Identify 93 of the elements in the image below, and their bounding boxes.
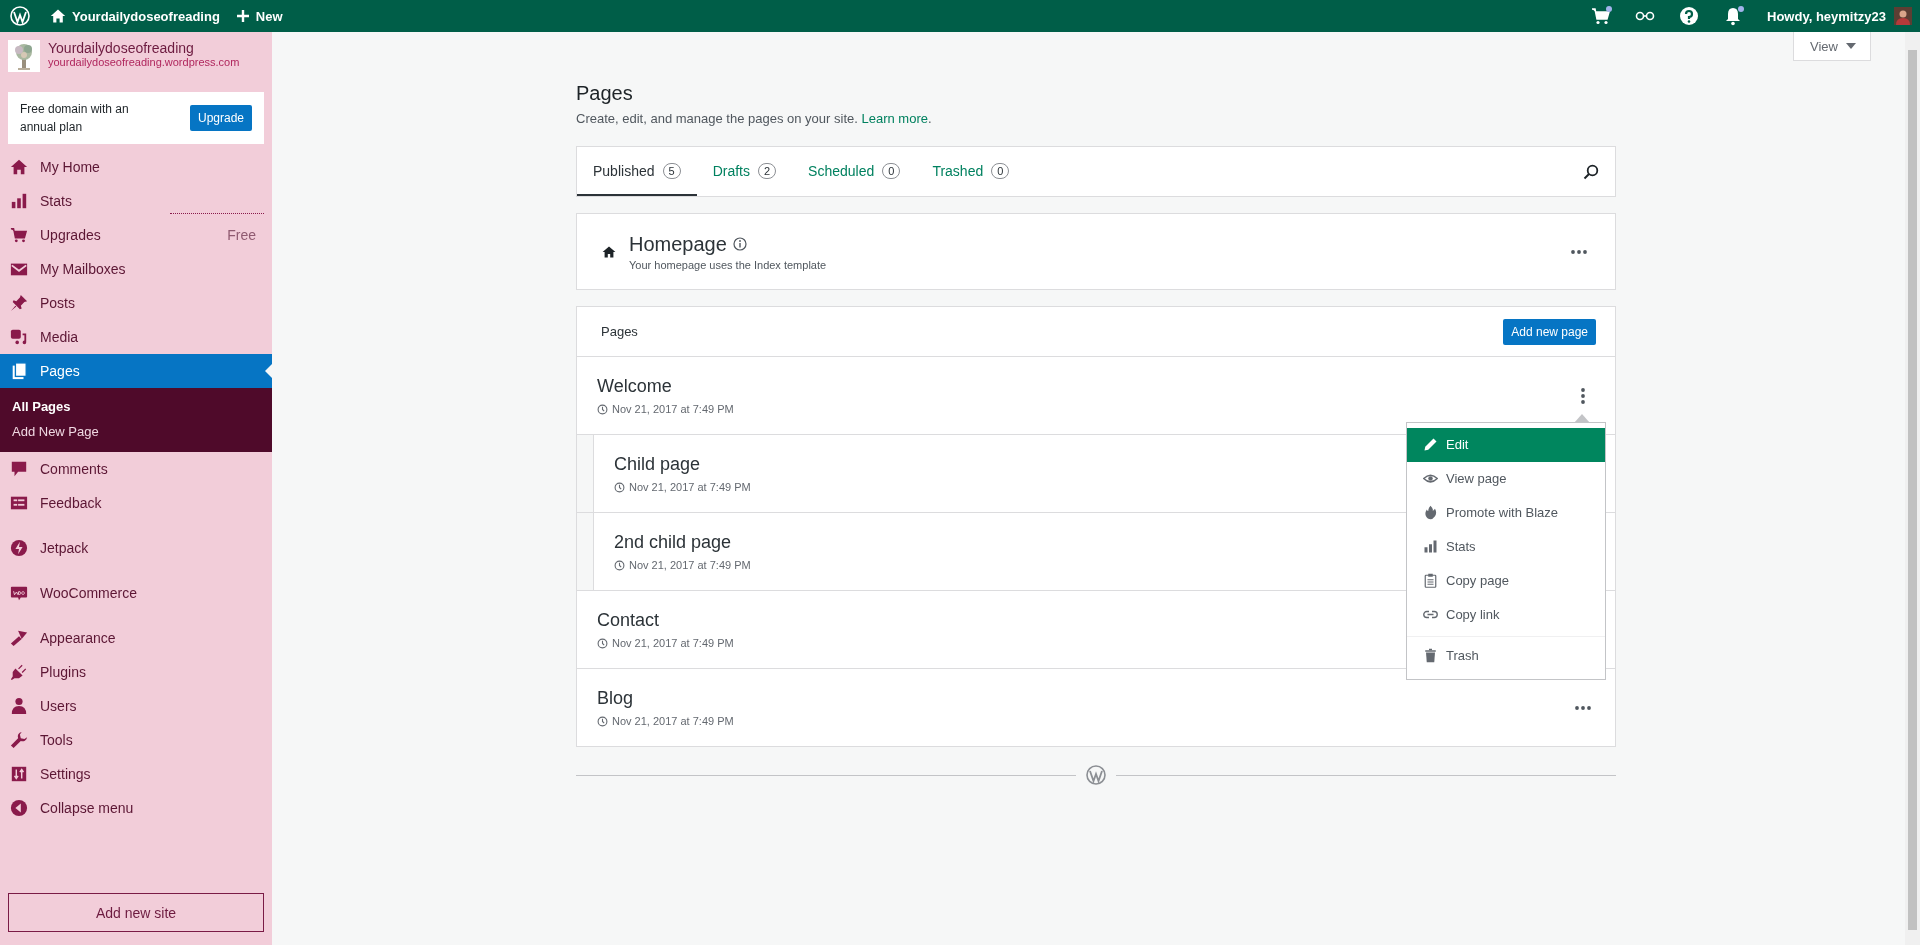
pencil-icon <box>1423 437 1438 452</box>
eye-icon <box>1423 471 1438 486</box>
logo-icon <box>1086 765 1106 785</box>
cart-icon <box>10 226 28 244</box>
page-title[interactable]: Welcome <box>597 376 1571 397</box>
site-url[interactable]: yourdailydoseofreading.wordpress.com <box>48 56 240 68</box>
ellipsis-icon <box>1575 705 1591 710</box>
flame-icon <box>1423 505 1438 520</box>
sidebar-item[interactable]: Posts <box>0 286 272 320</box>
clock-icon <box>597 637 608 649</box>
new-link[interactable]: New <box>255 8 283 24</box>
ellipsis-icon <box>1571 249 1587 254</box>
pin-icon <box>10 294 28 312</box>
sidebar-item[interactable]: My Home <box>0 150 272 184</box>
homepage-title: Homepage <box>629 232 727 256</box>
page-date: Nov 21, 2017 at 7:49 PM <box>629 559 751 571</box>
info-icon[interactable] <box>732 237 747 251</box>
list-heading: Pages <box>601 324 638 339</box>
pages-icon <box>10 362 28 380</box>
promo-text: Free domain with an annual plan <box>20 101 130 136</box>
site-name[interactable]: Yourdailydoseofreading <box>48 40 240 56</box>
tab[interactable]: Drafts 2 <box>696 147 793 196</box>
tag-icon <box>10 584 28 602</box>
submenu-item[interactable]: Add New Page <box>0 419 272 444</box>
upgrade-button[interactable]: Upgrade <box>189 105 252 131</box>
menu-item[interactable]: Copy page <box>1407 563 1605 598</box>
menu-item[interactable]: Copy link <box>1407 597 1605 632</box>
bar-chart-icon <box>1423 539 1438 554</box>
sidebar-item[interactable]: Settings <box>0 757 272 791</box>
sidebar-item[interactable]: Appearance <box>0 621 272 655</box>
scrollbar[interactable] <box>1905 32 1920 945</box>
page-heading: Pages <box>576 82 634 105</box>
clock-icon <box>597 403 608 415</box>
clock-icon <box>597 715 608 727</box>
help-icon[interactable] <box>1679 6 1700 26</box>
sidebar-item[interactable]: Stats <box>0 184 272 218</box>
user-greeting[interactable]: Howdy, heymitzy23 <box>1755 8 1894 24</box>
trash-icon <box>1423 648 1438 663</box>
site-name-link[interactable]: Yourdailydoseofreading <box>72 8 220 24</box>
media-icon <box>10 328 28 346</box>
sidebar-item[interactable]: WooCommerce <box>0 576 272 610</box>
tab[interactable]: Scheduled 0 <box>792 147 917 196</box>
sidebar-item[interactable]: Feedback <box>0 486 272 520</box>
sidebar-item[interactable]: Users <box>0 689 272 723</box>
home-icon <box>50 8 66 24</box>
page-description: Create, edit, and manage the pages on your site. Learn more. <box>576 111 933 126</box>
speech-bubble-icon <box>10 460 28 478</box>
sidebar-item[interactable]: Comments <box>0 452 272 486</box>
submenu-item[interactable]: All Pages <box>0 394 272 419</box>
add-site-button[interactable]: Add new site <box>8 893 264 932</box>
collapse-icon <box>10 799 28 817</box>
sidebar-item[interactable]: Plugins <box>0 655 272 689</box>
menu-item[interactable]: View page <box>1407 461 1605 496</box>
avatar-icon[interactable] <box>1894 7 1912 25</box>
menu-item[interactable]: Stats <box>1407 529 1605 564</box>
page-title[interactable]: Blog <box>597 688 1571 709</box>
home-icon <box>10 158 28 176</box>
sliders-icon <box>10 765 28 783</box>
user-icon <box>10 697 28 715</box>
cart-icon <box>1591 6 1612 26</box>
view-button[interactable]: View <box>1793 32 1871 61</box>
clipboard-icon <box>1423 573 1438 588</box>
clock-icon <box>614 559 625 571</box>
ellipsis-icon <box>1581 387 1585 404</box>
wrench-icon <box>10 731 28 749</box>
page-date: Nov 21, 2017 at 7:49 PM <box>612 637 734 649</box>
page-date: Nov 21, 2017 at 7:49 PM <box>612 403 734 415</box>
sidebar-item[interactable]: Jetpack <box>0 531 272 565</box>
search-icon[interactable] <box>1583 163 1599 180</box>
bolt-circle-icon <box>10 539 28 557</box>
learn-more-link[interactable]: Learn more <box>861 111 928 126</box>
tab[interactable]: Published 5 <box>577 147 697 196</box>
plan-label: Free <box>227 227 256 243</box>
homepage-subtitle: Your homepage uses the Index template <box>629 258 828 271</box>
sidebar-item[interactable]: Pages <box>0 354 272 388</box>
sidebar-item[interactable]: My Mailboxes <box>0 252 272 286</box>
sidebar-item[interactable]: Collapse menu <box>0 791 272 825</box>
clock-icon <box>614 481 625 493</box>
menu-item[interactable]: Promote with Blaze <box>1407 495 1605 530</box>
bar-chart-icon <box>10 192 28 210</box>
add-page-button[interactable]: Add new page <box>1503 318 1596 345</box>
sidebar-item[interactable]: Upgrades Free <box>0 218 272 252</box>
sidebar-item[interactable]: Media <box>0 320 272 354</box>
plug-icon <box>10 663 28 681</box>
menu-item[interactable]: Edit <box>1407 427 1605 462</box>
sidebar-item[interactable]: Tools <box>0 723 272 757</box>
form-icon <box>10 494 28 512</box>
page-date: Nov 21, 2017 at 7:49 PM <box>612 715 734 727</box>
tab[interactable]: Trashed 0 <box>916 147 1026 196</box>
page-date: Nov 21, 2017 at 7:49 PM <box>629 481 751 493</box>
plus-icon <box>235 9 250 23</box>
menu-item[interactable]: Trash <box>1407 638 1605 673</box>
logo-icon[interactable] <box>10 6 30 26</box>
